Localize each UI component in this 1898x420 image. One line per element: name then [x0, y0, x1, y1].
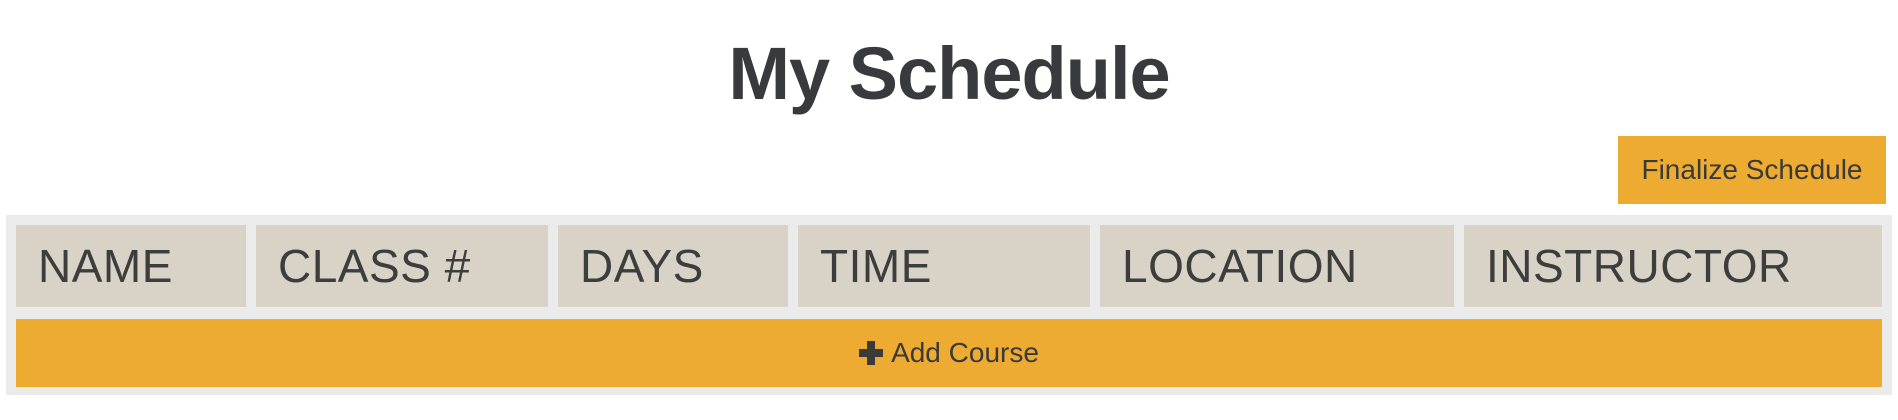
- column-header-days[interactable]: DAYS: [558, 225, 788, 307]
- plus-icon: [859, 341, 884, 365]
- column-header-class-number[interactable]: CLASS #: [256, 225, 548, 307]
- add-course-button[interactable]: Add Course: [16, 319, 1882, 387]
- column-header-name[interactable]: NAME: [16, 225, 246, 307]
- column-header-instructor[interactable]: INSTRUCTOR: [1464, 225, 1882, 307]
- column-header-time[interactable]: TIME: [798, 225, 1090, 307]
- column-header-location[interactable]: LOCATION: [1100, 225, 1454, 307]
- add-course-label: Add Course: [891, 337, 1039, 368]
- schedule-table: NAME CLASS # DAYS TIME LOCATION INSTRUCT…: [6, 215, 1892, 395]
- page-title: My Schedule: [728, 32, 1170, 115]
- finalize-schedule-button[interactable]: Finalize Schedule: [1618, 136, 1886, 204]
